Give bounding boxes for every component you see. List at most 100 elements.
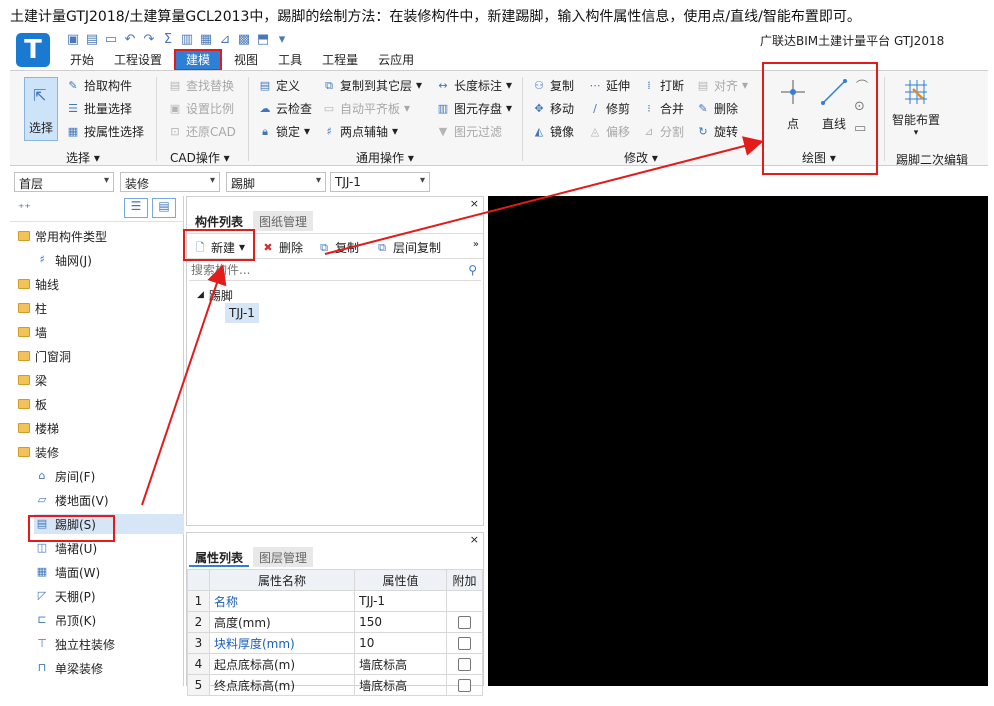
two-point-axis-button[interactable]: ♯ 两点辅轴 ▾ <box>322 121 398 141</box>
move-button[interactable]: ✥ 移动 <box>532 98 574 118</box>
find-replace-button[interactable]: ▤ 查找替换 <box>168 75 234 95</box>
trim-button[interactable]: ∕ 修剪 <box>588 98 630 118</box>
component-selector[interactable]: TJJ-1 <box>330 172 430 192</box>
property-value[interactable]: TJJ-1 <box>354 590 447 612</box>
break-button[interactable]: ⁞ 打断 <box>642 75 684 95</box>
panel-close-icon[interactable]: × <box>470 533 479 546</box>
search-input[interactable] <box>189 263 449 277</box>
tab-modeling[interactable]: 建模 <box>174 49 223 71</box>
extra-checkbox[interactable] <box>458 637 471 650</box>
tree-item[interactable]: 装修 <box>18 442 59 462</box>
save-as-icon[interactable]: ▤ <box>85 32 99 47</box>
tree-item[interactable]: ⌂ 房间(F) <box>34 466 96 486</box>
table-row[interactable]: 5 终点底标高(m) 墙底标高 <box>187 674 483 696</box>
auto-flush-button[interactable]: ▭ 自动平齐板 ▾ <box>322 98 410 118</box>
more-icon[interactable]: » <box>473 239 479 250</box>
length-dim-button[interactable]: ↔ 长度标注 ▾ <box>436 75 512 95</box>
table-row[interactable]: 1 名称 TJJ-1 <box>187 590 483 612</box>
property-value[interactable]: 墙底标高 <box>354 653 447 675</box>
tree-item[interactable]: 墙 <box>18 322 47 342</box>
tree-root[interactable]: ◢ 踢脚 <box>197 285 233 305</box>
tree-item[interactable]: 门窗洞 <box>18 346 71 366</box>
offset-button[interactable]: ◬ 偏移 <box>588 121 630 141</box>
tree-child-selected[interactable]: TJJ-1 <box>225 303 259 323</box>
sum-icon[interactable]: Σ <box>161 32 175 47</box>
grid-icon[interactable]: ▦ <box>199 32 213 47</box>
delete-component-button[interactable]: ✖ 删除 <box>261 237 303 257</box>
floor-selector[interactable]: 首层 <box>14 172 114 192</box>
detail-view-icon[interactable]: ▤ <box>152 198 176 218</box>
tree-item[interactable]: ⊏ 吊顶(K) <box>34 610 96 630</box>
tab-quantities[interactable]: 工程量 <box>312 50 368 70</box>
table-row[interactable]: 3 块料厚度(mm) 10 <box>187 632 483 654</box>
tree-item[interactable]: 柱 <box>18 298 47 318</box>
align-button[interactable]: ▤ 对齐 ▾ <box>696 75 748 95</box>
pick-component-button[interactable]: ✎ 拾取构件 <box>66 75 132 95</box>
app-logo[interactable]: T <box>16 33 50 67</box>
tab-view[interactable]: 视图 <box>224 50 268 70</box>
mirror-button[interactable]: ◭ 镜像 <box>532 121 574 141</box>
copy-to-layer-button[interactable]: ⧉ 复制到其它层 ▾ <box>322 75 422 95</box>
tree-item[interactable]: 梁 <box>18 370 47 390</box>
cad-group-label[interactable]: CAD操作 ▾ <box>170 149 230 166</box>
extra-checkbox[interactable] <box>458 679 471 692</box>
redo-icon[interactable]: ↷ <box>142 32 156 47</box>
property-value[interactable]: 150 <box>354 611 447 633</box>
split-button[interactable]: ⊿ 分割 <box>642 121 684 141</box>
tree-item[interactable]: ▱ 楼地面(V) <box>34 490 109 510</box>
modify-group-label[interactable]: 修改 ▾ <box>624 149 658 166</box>
extend-button[interactable]: ⋯ 延伸 <box>588 75 631 95</box>
tree-item[interactable]: 轴线 <box>18 274 59 294</box>
table-row[interactable]: 4 起点底标高(m) 墙底标高 <box>187 653 483 675</box>
select-big-button[interactable]: ⇱ 选择 <box>24 77 58 141</box>
report-icon[interactable]: ▥ <box>180 32 194 47</box>
tab-cloud[interactable]: 云应用 <box>368 50 424 70</box>
cloud-check-button[interactable]: ☁ 云检查 <box>258 98 313 118</box>
panel-close-icon[interactable]: × <box>470 197 479 210</box>
category-selector[interactable]: 装修 <box>120 172 220 192</box>
merge-button[interactable]: ⁝ 合并 <box>642 98 684 118</box>
export-icon[interactable]: ⬒ <box>256 32 270 47</box>
tab-tools[interactable]: 工具 <box>268 50 312 70</box>
property-value[interactable]: 10 <box>354 632 447 654</box>
tab-component-list[interactable]: 构件列表 <box>189 211 250 231</box>
tree-item[interactable]: ♯ 轴网(J) <box>34 250 92 270</box>
restore-cad-button[interactable]: ⊡ 还原CAD <box>168 121 235 141</box>
property-value[interactable]: 墙底标高 <box>354 674 447 696</box>
customize-qat-icon[interactable]: ▾ <box>275 32 289 47</box>
tab-project-settings[interactable]: 工程设置 <box>104 50 172 70</box>
search-icon[interactable]: ⚲ <box>468 263 477 277</box>
drawing-canvas[interactable] <box>488 196 988 686</box>
element-filter-button[interactable]: ▼ 图元过滤 <box>436 121 502 141</box>
tree-item[interactable]: 常用构件类型 <box>18 226 107 246</box>
undo-icon[interactable]: ↶ <box>123 32 137 47</box>
extra-checkbox[interactable] <box>458 616 471 629</box>
select-by-attr-button[interactable]: ▦ 按属性选择 <box>66 121 144 141</box>
tree-item[interactable]: ▦ 墙面(W) <box>34 562 100 582</box>
component-search[interactable]: ⚲ <box>189 263 481 281</box>
measure-icon[interactable]: ⊿ <box>218 32 232 47</box>
tree-item[interactable]: 板 <box>18 394 47 414</box>
batch-select-button[interactable]: ☰ 批量选择 <box>66 98 132 118</box>
tree-item[interactable]: ⊓ 单梁装修 <box>34 658 103 678</box>
layer-copy-button[interactable]: ⧉ 层间复制 <box>375 237 441 257</box>
save-elements-button[interactable]: ▥ 图元存盘 ▾ <box>436 98 512 118</box>
list-view-icon[interactable]: ☰ <box>124 198 148 218</box>
tab-start[interactable]: 开始 <box>60 50 104 70</box>
tree-item[interactable]: 楼梯 <box>18 418 59 438</box>
delete-button[interactable]: ✎ 删除 <box>696 98 738 118</box>
tab-layer-manage[interactable]: 图层管理 <box>253 547 314 567</box>
tree-item[interactable]: ◸ 天棚(P) <box>34 586 96 606</box>
table-icon[interactable]: ▩ <box>237 32 251 47</box>
table-row[interactable]: 2 高度(mm) 150 <box>187 611 483 633</box>
lock-button[interactable]: 🔒︎ 锁定 ▾ <box>258 121 310 141</box>
smart-layout-button[interactable]: 智能布置 ▾ <box>888 77 944 139</box>
extra-checkbox[interactable] <box>458 658 471 671</box>
save-icon[interactable]: ▣ <box>66 32 80 47</box>
open-icon[interactable]: ▭ <box>104 32 118 47</box>
set-scale-button[interactable]: ▣ 设置比例 <box>168 98 234 118</box>
select-group-label[interactable]: 选择 ▾ <box>66 149 100 166</box>
tree-item[interactable]: ⊤ 独立柱装修 <box>34 634 115 654</box>
define-button[interactable]: ▤ 定义 <box>258 75 300 95</box>
tab-property-list[interactable]: 属性列表 <box>189 547 250 567</box>
